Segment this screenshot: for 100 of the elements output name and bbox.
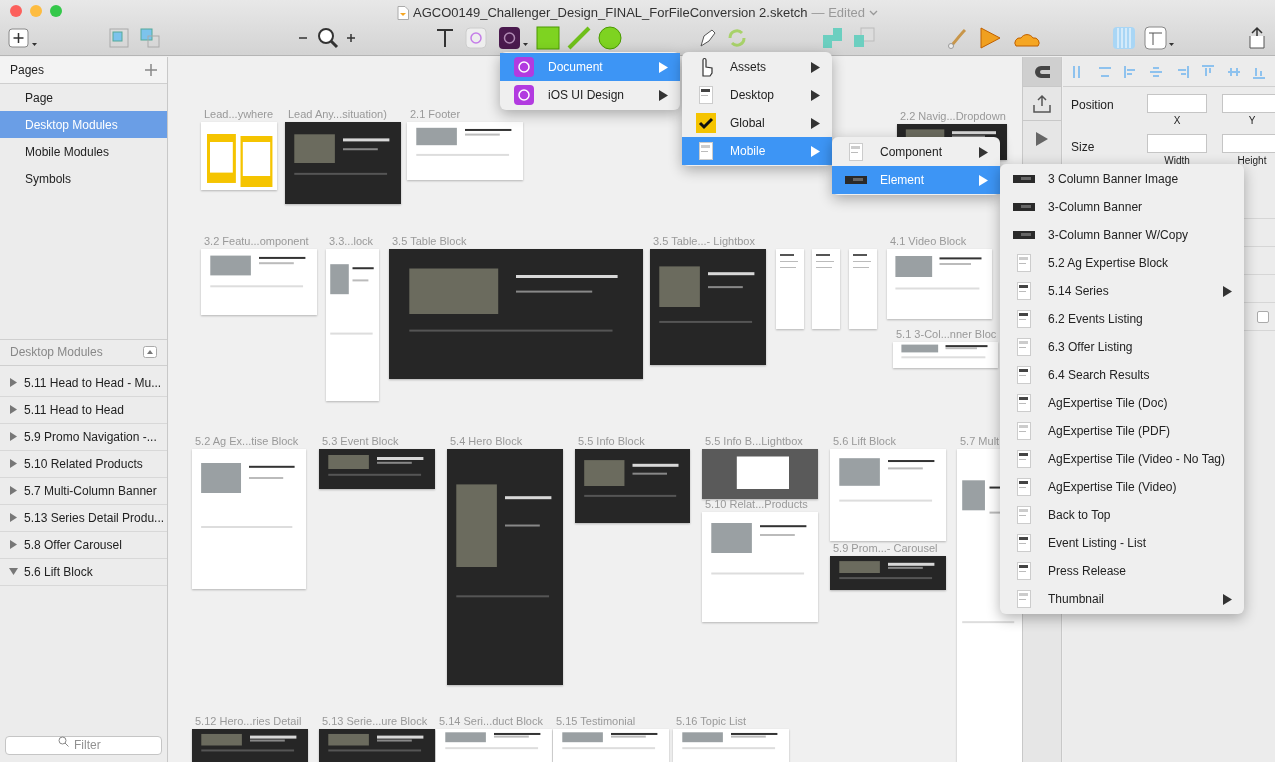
disclosure-icon[interactable] — [9, 540, 18, 549]
menu-item[interactable]: Component — [832, 138, 1000, 166]
page-thumbnail-icon — [1017, 338, 1031, 356]
artboard-thumbnail[interactable] — [776, 249, 804, 329]
layer-item[interactable]: 5.6 Lift Block — [0, 558, 167, 586]
thumbnail-icon — [1013, 231, 1035, 239]
thumbnail-icon — [1013, 175, 1035, 183]
zoom-button[interactable] — [50, 5, 62, 17]
layout-icon[interactable] — [1144, 26, 1176, 50]
y-field[interactable] — [1222, 94, 1275, 113]
search-icon[interactable] — [316, 26, 340, 50]
page-item[interactable]: Symbols — [0, 165, 167, 192]
field-caption: X — [1173, 114, 1181, 128]
layer-item[interactable]: 5.13 Series Detail Produ... — [0, 504, 167, 532]
menu-item[interactable]: Desktop — [682, 81, 832, 109]
menu-item[interactable]: 5.2 Ag Expertise Block — [1000, 249, 1244, 277]
menu-item[interactable]: AgExpertise Tile (Doc) — [1000, 389, 1244, 417]
artboard-label: 5.4 Hero Block — [450, 436, 523, 447]
subtract-icon[interactable] — [852, 26, 876, 50]
height-field[interactable] — [1222, 134, 1275, 153]
artboard-thumbnail[interactable] — [447, 449, 563, 685]
menu-item[interactable]: 3 Column Banner Image — [1000, 165, 1244, 193]
artboard-thumbnail[interactable] — [389, 249, 643, 379]
artboard-thumbnail[interactable] — [812, 249, 840, 329]
layer-item[interactable]: 5.11 Head to Head — [0, 396, 167, 424]
minimize-button[interactable] — [30, 5, 42, 17]
artboard-thumbnail[interactable] — [201, 122, 277, 190]
collapse-icon[interactable] — [143, 346, 157, 358]
artboard-thumbnail[interactable] — [553, 729, 669, 762]
menu-item[interactable]: Event Listing - List — [1000, 529, 1244, 557]
x-field[interactable] — [1147, 94, 1207, 113]
artboard-thumbnail[interactable] — [319, 449, 435, 489]
artboard-thumbnail[interactable] — [436, 729, 552, 762]
artboard-thumbnail[interactable] — [830, 556, 946, 590]
share-icon[interactable] — [1032, 93, 1052, 114]
artboard-thumbnail[interactable] — [893, 342, 998, 368]
artboard-thumbnail[interactable] — [319, 729, 435, 762]
menu-item[interactable]: Assets — [682, 53, 832, 81]
menu-item[interactable]: 3-Column Banner — [1000, 193, 1244, 221]
filter-field[interactable]: Filter — [5, 735, 162, 755]
ungroup-icon[interactable] — [138, 26, 162, 50]
close-button[interactable] — [10, 5, 22, 17]
layer-item[interactable]: 5.10 Related Products — [0, 450, 167, 478]
layer-item[interactable]: 5.7 Multi-Column Banner — [0, 477, 167, 505]
page-item[interactable]: Page — [0, 84, 167, 111]
artboard-thumbnail[interactable] — [673, 729, 789, 762]
symbol-menu-icon[interactable] — [498, 26, 530, 50]
checkbox[interactable] — [1257, 310, 1269, 323]
chevron-down-icon[interactable] — [869, 9, 878, 16]
menu-item[interactable]: AgExpertise Tile (Video - No Tag) — [1000, 445, 1244, 473]
disclosure-icon[interactable] — [9, 405, 18, 414]
menu-item[interactable]: Global — [682, 109, 832, 137]
artboard-thumbnail[interactable] — [887, 249, 992, 319]
circle-icon[interactable] — [598, 26, 622, 50]
menu-item[interactable]: Back to Top — [1000, 501, 1244, 529]
artboard-thumbnail[interactable] — [192, 449, 306, 589]
symbol-icon[interactable] — [464, 26, 488, 50]
menu-item[interactable]: 6.3 Offer Listing — [1000, 333, 1244, 361]
group-icon[interactable] — [107, 26, 131, 50]
artboard-thumbnail[interactable] — [285, 122, 401, 204]
field-label: Position — [1071, 97, 1115, 114]
artboard-thumbnail[interactable] — [702, 449, 818, 499]
play-icon[interactable] — [1036, 132, 1048, 146]
artboard-thumbnail[interactable] — [326, 249, 379, 401]
artboard-thumbnail[interactable] — [201, 249, 317, 315]
disclosure-icon[interactable] — [9, 378, 18, 387]
menu-item[interactable]: 5.14 Series — [1000, 277, 1244, 305]
play-icon[interactable] — [978, 26, 1002, 50]
artboard-thumbnail[interactable] — [407, 122, 523, 180]
square-icon[interactable] — [536, 26, 560, 50]
page-item[interactable]: Mobile Modules — [0, 138, 167, 165]
disclosure-icon[interactable] — [9, 459, 18, 468]
layer-item[interactable]: 5.11 Head to Head - Mu... — [0, 369, 167, 397]
menu-item[interactable]: AgExpertise Tile (Video) — [1000, 473, 1244, 501]
artboard-thumbnail[interactable] — [650, 249, 766, 365]
menu-item[interactable]: iOS UI Design — [500, 81, 680, 109]
artboard-thumbnail[interactable] — [830, 449, 946, 541]
menu-item[interactable]: AgExpertise Tile (PDF) — [1000, 417, 1244, 445]
layer-item[interactable]: 5.9 Promo Navigation -... — [0, 423, 167, 451]
width-field[interactable] — [1147, 134, 1207, 153]
layer-item[interactable]: 5.8 Offer Carousel — [0, 531, 167, 559]
menu-item[interactable]: 6.4 Search Results — [1000, 361, 1244, 389]
line-icon[interactable] — [567, 26, 591, 50]
disclosure-icon[interactable] — [9, 513, 18, 522]
page-thumbnail-icon — [1017, 590, 1031, 608]
page-thumbnail-icon — [699, 142, 713, 160]
artboard-thumbnail[interactable] — [575, 449, 690, 523]
plus-icon[interactable] — [145, 64, 157, 76]
menu-item[interactable]: Thumbnail — [1000, 585, 1244, 613]
insert-button-icon[interactable] — [8, 26, 38, 50]
menu-item[interactable]: Press Release — [1000, 557, 1244, 585]
disclosure-icon[interactable] — [9, 432, 18, 441]
artboard-thumbnail[interactable] — [702, 512, 818, 622]
artboard-thumbnail[interactable] — [192, 729, 308, 762]
disclosure-icon[interactable] — [9, 486, 18, 495]
disclosure-icon[interactable] — [9, 567, 18, 576]
menu-item[interactable]: 6.2 Events Listing — [1000, 305, 1244, 333]
union-icon[interactable] — [820, 26, 844, 50]
menu-item[interactable]: 3-Column Banner W/Copy — [1000, 221, 1244, 249]
artboard-thumbnail[interactable] — [849, 249, 877, 329]
